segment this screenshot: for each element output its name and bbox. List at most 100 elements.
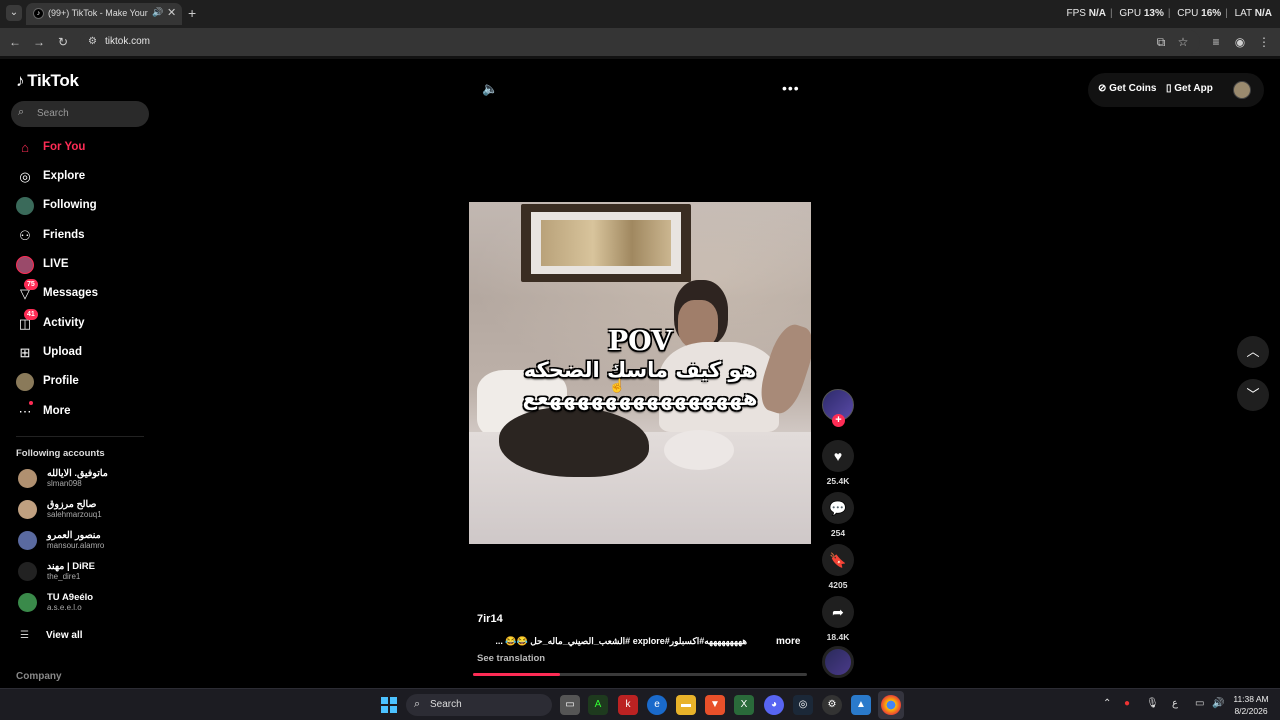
account-name: ماتوفيق. الايالله [47,468,108,479]
tiktok-logo[interactable]: ♪ TikTok [16,71,79,91]
tab-audio-icon[interactable]: 🔊 [152,7,163,18]
tray-app-icon[interactable]: ● [1124,698,1130,709]
following-account[interactable]: مهند | DiRE the_dire1 [16,559,146,585]
save-button[interactable]: 🔖 [822,544,854,576]
bookmark-star-icon[interactable]: ☆ [1175,34,1191,50]
top-right-actions: ⊘ Get Coins ▯ Get App [1088,73,1264,107]
company-heading[interactable]: Company [16,671,62,682]
new-tab-button[interactable]: + [188,5,196,21]
search-placeholder: Search [37,108,69,119]
comment-button[interactable]: 💬 [822,492,854,524]
edge-icon[interactable]: e [647,695,667,715]
video-caption-pov: POV [607,326,673,357]
forward-arrow-icon[interactable]: → [31,34,47,50]
app-red-icon[interactable]: k [618,695,638,715]
comment-icon: 💬 [829,500,847,516]
steam-icon[interactable]: ◎ [793,695,813,715]
brave-icon[interactable]: ▼ [705,695,725,715]
language-indicator[interactable]: ع [1172,698,1178,709]
account-username: the_dire1 [47,572,81,581]
address-bar[interactable]: ⚙ tiktok.com [80,30,1200,54]
tab-close-icon[interactable]: ✕ [167,6,176,19]
previous-video-button[interactable]: ︿ [1237,336,1269,368]
taskbar-search[interactable]: ⌕ Search [406,694,552,716]
view-all-button[interactable]: ☰ View all [20,629,120,645]
back-arrow-icon[interactable]: ← [7,34,23,50]
nav-item-activity[interactable]: ◫ 41 Activity [16,309,146,337]
nav-item-upload[interactable]: ⊞ Upload [16,342,146,366]
get-app-button[interactable]: ▯ Get App [1166,83,1213,94]
media-controls-icon[interactable]: ≡ [1208,34,1224,50]
following-account[interactable]: ماتوفيق. الايالله slman098 [16,466,146,492]
file-explorer-icon[interactable]: ▬ [676,695,696,715]
painting-mat [531,212,681,274]
get-app-label: Get App [1174,83,1213,94]
user-avatar[interactable] [1233,81,1251,99]
tab-title: (99+) TikTok - Make Your Day [48,8,150,18]
excel-icon[interactable]: X [734,695,754,715]
video-options-icon[interactable]: ••• [782,80,800,96]
url-text[interactable]: tiktok.com [105,36,150,47]
nav-label: Profile [43,375,79,387]
more-icon: ⋯ [18,404,32,419]
tab-search-chevron-icon[interactable]: ⌄ [6,5,22,21]
music-disc[interactable] [822,646,854,678]
settings-app-icon[interactable]: ⚙ [822,695,842,715]
photos-icon[interactable]: ▲ [851,695,871,715]
browser-tab[interactable]: ♪ (99+) TikTok - Make Your Day 🔊 ✕ [26,3,182,25]
nav-label: Messages [43,287,98,299]
video-author[interactable]: 7ir14 [477,613,503,625]
nav-item-explore[interactable]: ◎ Explore [16,166,146,190]
nav-item-messages[interactable]: ▽ 75 Messages [16,279,146,307]
video-player[interactable]: POV هو كيف ماسك الضحكه هههههههههههههههعع [469,202,811,544]
activity-badge: 41 [24,309,38,320]
chevron-down-icon: ﹀ [1246,387,1260,402]
description-more-button[interactable]: more [776,636,800,647]
account-name: مهند | DiRE [47,561,95,572]
get-coins-button[interactable]: ⊘ Get Coins [1098,83,1156,94]
follow-plus-button[interactable]: + [832,414,845,427]
nav-item-friends[interactable]: ⚇ Friends [16,225,146,249]
following-account[interactable]: صالح مرزوق salehmarzouq1 [16,497,146,523]
browser-tab-strip: ⌄ ♪ (99+) TikTok - Make Your Day 🔊 ✕ + F… [0,0,1280,28]
nav-item-for-you[interactable]: ⌂ For You [16,137,146,161]
speaker-icon[interactable]: 🔊 [1212,698,1224,709]
nav-item-following[interactable]: Following [16,195,146,219]
site-info-icon[interactable]: ⚙ [88,36,97,47]
task-view-icon[interactable]: ▭ [560,695,580,715]
account-username: mansour.alamro [47,541,105,550]
share-count: 18.4K [826,632,850,642]
install-app-icon[interactable]: ⧉ [1153,34,1169,50]
microphone-icon[interactable]: 🎙 [1146,698,1159,709]
system-clock[interactable]: 11:38 AM 8/2/2026 [1226,693,1276,717]
next-video-button[interactable]: ﹀ [1237,379,1269,411]
app-green-icon[interactable]: A [588,695,608,715]
network-icon[interactable]: ▭ [1195,698,1204,709]
video-progress-bar[interactable] [473,673,807,676]
nav-label: For You [43,141,86,153]
account-avatar [18,531,37,550]
profile-avatar-icon [16,373,34,391]
profile-icon[interactable]: ◉ [1232,34,1248,50]
get-coins-label: Get Coins [1109,83,1157,94]
chrome-icon[interactable] [881,695,901,715]
following-account[interactable]: TU A9eélo a.s.e.e.l.o [16,590,146,616]
discord-icon[interactable]: ◕ [764,695,784,715]
reload-icon[interactable]: ↻ [55,34,71,50]
nav-item-live[interactable]: LIVE [16,254,146,278]
volume-icon[interactable]: 🔈 [482,81,498,97]
nav-label: LIVE [43,258,69,270]
windows-start-icon[interactable] [381,697,397,713]
comment-count: 254 [830,528,846,538]
browser-menu-icon[interactable]: ⋮ [1256,34,1272,50]
see-translation-link[interactable]: See translation [477,653,545,664]
following-account[interactable]: منصور العمرو mansour.alamro [16,528,146,554]
search-input[interactable]: ⌕ Search [11,101,149,127]
tray-chevron-up-icon[interactable]: ⌃ [1103,698,1111,709]
like-button[interactable]: ♥ [822,440,854,472]
share-button[interactable]: ➦ [822,596,854,628]
nav-label: Activity [43,317,85,329]
nav-item-more[interactable]: ⋯ More [16,401,146,425]
nav-item-profile[interactable]: Profile [16,371,146,395]
search-icon: ⌕ [414,698,421,710]
